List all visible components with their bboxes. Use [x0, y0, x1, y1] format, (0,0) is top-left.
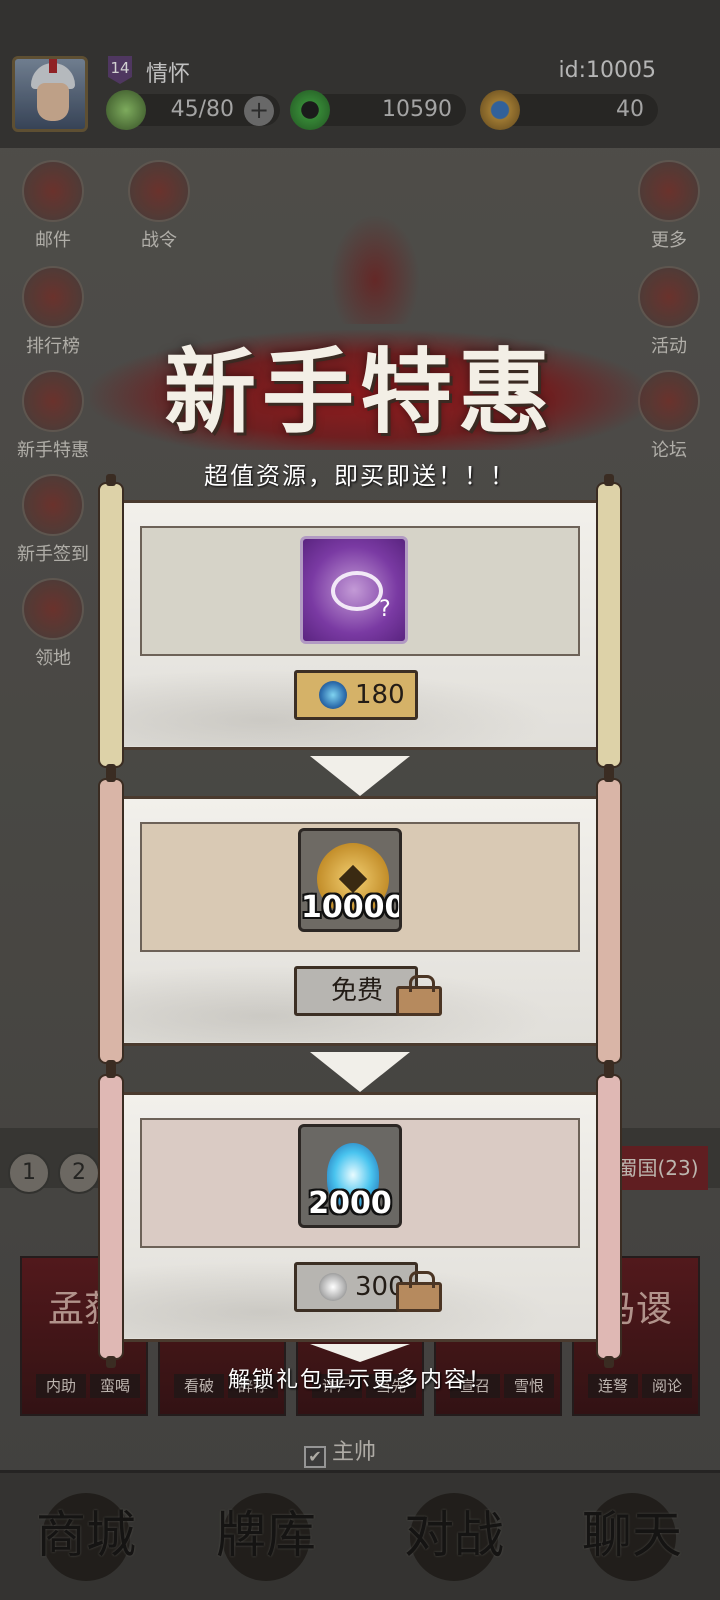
price-label: 免费: [331, 976, 384, 1006]
offer-scroll-1: ? 180: [98, 474, 622, 776]
scroll-rod-right: [596, 1066, 622, 1368]
lock-icon: [396, 1271, 442, 1312]
offer-scroll-3: 2000 300: [98, 1066, 622, 1368]
lock-icon: [396, 975, 442, 1016]
scroll-rod-right: [596, 770, 622, 1072]
scroll-rod-right: [596, 474, 622, 776]
buy-button-180[interactable]: 180: [294, 670, 418, 720]
scroll-rod-left: [98, 1066, 124, 1368]
item-count: 2000: [308, 1186, 392, 1221]
skill-book-swirl: [331, 571, 383, 611]
blue-flame-icon[interactable]: 2000: [298, 1124, 402, 1228]
skill-book-icon[interactable]: ?: [300, 536, 408, 644]
war-flag-decoration: [330, 214, 420, 324]
copper-coin-icon[interactable]: 10000: [298, 828, 402, 932]
unlock-hint: 解锁礼包显示更多内容！: [227, 1368, 492, 1393]
offer-scroll-2: 10000 免费: [98, 770, 622, 1072]
price-label: 180: [355, 680, 405, 710]
scroll-rod-left: [98, 474, 124, 776]
question-mark-glyph: ?: [379, 597, 391, 622]
silver-coin-icon: [319, 1273, 347, 1301]
gem-icon: [319, 681, 347, 709]
popup-title: 新手特惠: [163, 338, 556, 446]
item-count: 10000: [301, 890, 402, 925]
scroll-rod-left: [98, 770, 124, 1072]
